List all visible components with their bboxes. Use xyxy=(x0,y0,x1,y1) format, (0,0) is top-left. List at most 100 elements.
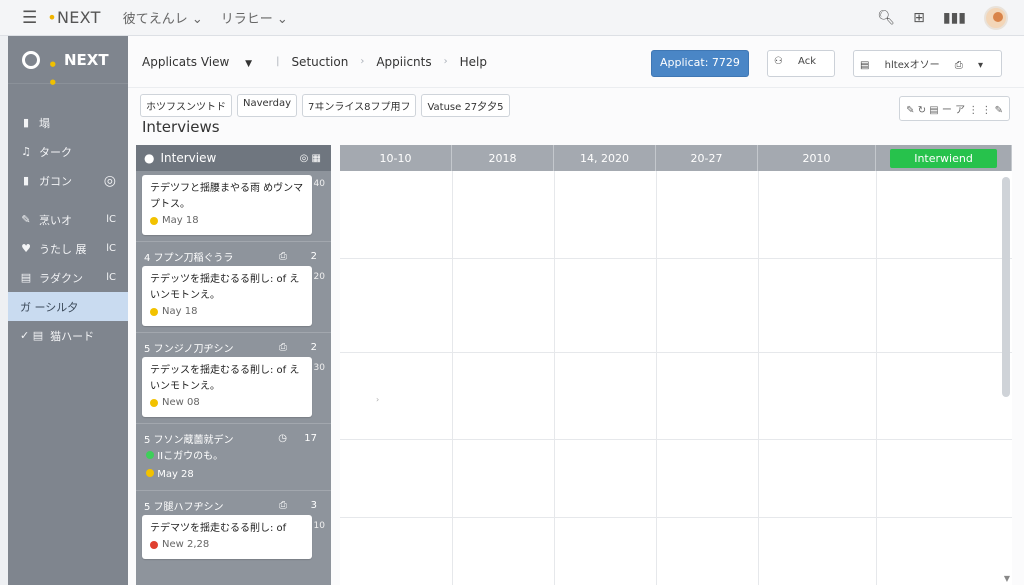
sidebar-logo[interactable]: • • NEXT xyxy=(8,36,128,92)
candidate-card[interactable]: テデマツを揺走むるる削し: of New 2,28 xyxy=(142,515,312,559)
card-text: テデツフと揺腰まやる雨 めヴンマプトス。 xyxy=(150,183,304,210)
filter-chip[interactable]: Vatuse 27夕夕5 xyxy=(421,94,510,117)
avatar[interactable] xyxy=(984,6,1008,30)
group-title: 5 フソン蔵薗就デン xyxy=(144,434,234,446)
group-header[interactable]: 5 フンジノ刀ヂシン ⎙ 2 xyxy=(142,337,325,357)
group-summary: IIこガウのも。 May 28 xyxy=(142,448,325,484)
side-count: 10 xyxy=(313,521,325,531)
chevron-right-icon: › xyxy=(443,56,448,67)
toolbar-icons[interactable]: ✎ ↻ ▤ ー ア ⋮ ⋮ ✎ xyxy=(899,96,1010,121)
lane-group: 4 フプン刀稲ぐうラ ⎙ 2 テデッツを揺走むるる削し: of えいンモトンえ。… xyxy=(136,242,331,333)
lane-group: 5 フ腿ハフヂシン ⎙ 3 テデマツを揺走むるる削し: of New 2,28 … xyxy=(136,491,331,565)
bars-icon[interactable]: ▮▮▮ xyxy=(943,10,966,26)
header-actions: Applicat: 7729 ⚇ Ack ▤ hltexオソー ⎙ ▾ xyxy=(650,50,1014,77)
person-icon: ⚇ xyxy=(773,56,783,67)
lane-header[interactable]: ● Interview ◎ ▦ xyxy=(136,145,331,171)
side-count: 30 xyxy=(313,363,325,373)
top-menu-item[interactable]: リラヒー ⌄ xyxy=(221,8,288,27)
settings-icon[interactable]: ◎ ▦ xyxy=(300,153,321,164)
heart-icon: ♥ xyxy=(21,242,31,255)
sidebar-item-tail: lC xyxy=(106,272,116,283)
ack-button[interactable]: ⚇ Ack xyxy=(766,50,836,77)
card-date: May 18 xyxy=(162,215,199,226)
clipboard-icon: ⎙ xyxy=(279,250,287,262)
top-menu: 彼てえんレ ⌄ リラヒー ⌄ xyxy=(123,8,288,27)
column-header-highlight[interactable]: Interwiend xyxy=(876,145,1012,171)
status-dot xyxy=(146,451,154,459)
card-text: テデッスを揺走むるる削し: of えいンモトンえ。 xyxy=(150,365,300,392)
status-dot xyxy=(146,469,154,477)
sidebar-item[interactable]: ♥ うたし 展 lC xyxy=(8,234,128,263)
bar-icon: ▮ xyxy=(22,174,30,187)
scroll-down-icon[interactable]: ▼ xyxy=(1004,574,1010,583)
sidebar-item[interactable]: ▮ 塌 xyxy=(8,108,128,137)
search-icon[interactable]: 🔍︎ xyxy=(877,10,895,26)
sidebar-item-label: ガコン xyxy=(39,174,72,188)
column-header[interactable]: 2010 xyxy=(758,145,876,171)
sidebar-item[interactable]: ▤ ラダクン lC xyxy=(8,263,128,292)
page-title: Interviews xyxy=(142,118,220,136)
column-header[interactable]: 14, 2020 xyxy=(554,145,656,171)
filter-chip[interactable]: 7ヰンライス8フプ用フ xyxy=(302,94,417,117)
crumb-item[interactable]: Setuction xyxy=(291,55,348,69)
card-text: テデマツを揺走むるる削し: of xyxy=(150,523,287,534)
card-date: New 08 xyxy=(162,397,200,408)
breadcrumb: Applicats View ▼ | Setuction › Appiicnts… xyxy=(128,36,1024,88)
filter-chips: ホツフスンツトド Naverday 7ヰンライス8フプ用フ Vatuse 27夕… xyxy=(140,94,510,117)
filter-label: hltexオソー xyxy=(884,60,940,71)
crumb-item[interactable]: Help xyxy=(460,55,487,69)
crumb-item[interactable]: Appiicnts xyxy=(376,55,431,69)
badge-icon: ◎ xyxy=(103,172,116,189)
filter-chip[interactable]: ホツフスンツトド xyxy=(140,94,232,117)
group-header[interactable]: 4 フプン刀稲ぐうラ ⎙ 2 xyxy=(142,246,325,266)
lane-group: 5 フソン蔵薗就デン ◷ 17 IIこガウのも。 May 28 xyxy=(136,424,331,491)
sidebar-item[interactable]: ♫ ターク xyxy=(8,137,128,166)
grid-icon[interactable]: ⊞ xyxy=(913,10,925,26)
summary-line: May 28 xyxy=(146,466,325,484)
divider: | xyxy=(276,56,280,67)
sidebar-item[interactable]: ✓ ▤ 猫ハード xyxy=(8,321,128,350)
sidebar-item[interactable]: ▮ ガコン ◎ xyxy=(8,166,128,195)
card-meta: May 18 xyxy=(150,213,304,229)
sidebar: • • NEXT ▮ 塌 ♫ ターク ▮ ガコン ◎ ✎ 烹いオ lC ♥ うた… xyxy=(8,36,128,585)
app-brand[interactable]: •NEXT xyxy=(47,8,100,27)
applicant-button[interactable]: Applicat: 7729 xyxy=(650,50,749,77)
group-header[interactable]: 5 フ腿ハフヂシン ⎙ 3 xyxy=(142,495,325,515)
logo-icon xyxy=(22,50,40,69)
table-icon: ▤ xyxy=(20,271,32,284)
view-selector[interactable]: Applicats View ▼ xyxy=(142,55,264,69)
column-header[interactable]: 2018 xyxy=(452,145,554,171)
brand-text: NEXT xyxy=(57,8,101,27)
group-count: 2 xyxy=(310,250,317,262)
candidate-card[interactable]: テデッツを揺走むるる削し: of えいンモトンえ。 Nay 18 xyxy=(142,266,312,326)
group-count: 17 xyxy=(304,432,317,444)
status-dot xyxy=(150,308,158,316)
column-header[interactable]: 20-27 xyxy=(656,145,758,171)
top-menu-item[interactable]: 彼てえんレ ⌄ xyxy=(123,8,203,27)
info-icon: ● xyxy=(144,151,155,165)
ack-label: Ack xyxy=(798,56,817,67)
sidebar-item-active[interactable]: ガ ーシル夕 xyxy=(8,292,128,321)
lock-icon: ⎙ xyxy=(954,60,963,71)
grid-row-divider xyxy=(340,517,1012,518)
chevron-right-icon: › xyxy=(360,56,365,67)
top-right-tools: 🔍︎ ⊞ ▮▮▮ xyxy=(877,0,1024,36)
grid-divider xyxy=(656,171,657,585)
menu-icon[interactable]: ☰ xyxy=(22,8,37,28)
group-header[interactable]: 5 フソン蔵薗就デン ◷ 17 xyxy=(142,428,325,448)
side-count: 20 xyxy=(313,272,325,282)
card-meta: New 08 xyxy=(150,395,304,411)
top-bar: ☰ •NEXT 彼てえんレ ⌄ リラヒー ⌄ 🔍︎ ⊞ ▮▮▮ xyxy=(0,0,1024,36)
sidebar-item[interactable]: ✎ 烹いオ lC xyxy=(8,205,128,234)
vertical-scrollbar[interactable] xyxy=(1002,177,1010,397)
interviewed-pill: Interwiend xyxy=(890,148,997,168)
card-date: New 2,28 xyxy=(162,539,210,550)
candidate-card[interactable]: テデツフと揺腰まやる雨 めヴンマプトス。 May 18 xyxy=(142,175,312,235)
group-title: 4 フプン刀稲ぐうラ xyxy=(144,252,234,264)
summary-text: IIこガウのも。 xyxy=(157,451,224,462)
filter-dropdown[interactable]: ▤ hltexオソー ⎙ ▾ xyxy=(853,50,1002,77)
candidate-card[interactable]: テデッスを揺走むるる削し: of えいンモトンえ。 New 08 xyxy=(142,357,312,417)
caret-down-icon: ▼ xyxy=(245,58,253,69)
filter-chip[interactable]: Naverday xyxy=(237,94,298,117)
column-header[interactable]: 10-10 xyxy=(340,145,452,171)
